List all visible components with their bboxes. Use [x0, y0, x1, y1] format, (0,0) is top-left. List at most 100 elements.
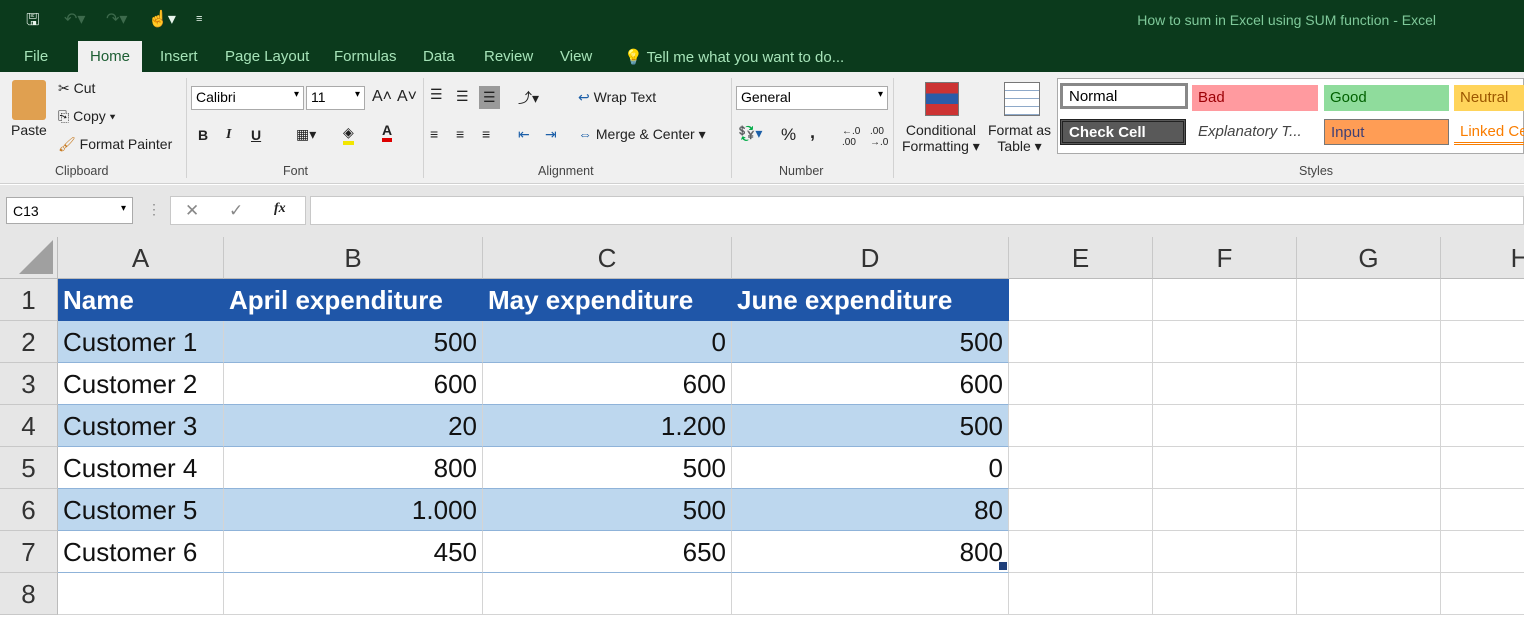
cell-B5[interactable]: 800	[224, 447, 483, 489]
empty-cell[interactable]	[1153, 279, 1297, 321]
customize-qat-icon[interactable]: ≡	[196, 13, 202, 25]
empty-cell[interactable]	[483, 573, 732, 615]
cell-C1[interactable]: May expenditure	[483, 279, 732, 321]
cell-B7[interactable]: 450	[224, 531, 483, 573]
tab-page-layout[interactable]: Page Layout	[213, 46, 321, 72]
empty-cell[interactable]	[1441, 279, 1524, 321]
number-format-select[interactable]: General▾	[736, 86, 888, 110]
cell-D5[interactable]: 0	[732, 447, 1009, 489]
empty-cell[interactable]	[1153, 447, 1297, 489]
empty-cell[interactable]	[1009, 405, 1153, 447]
empty-cell[interactable]	[1297, 321, 1441, 363]
cell-D1[interactable]: June expenditure	[732, 279, 1009, 321]
copy-button[interactable]: ⎘ Copy ▾	[58, 108, 116, 125]
comma-button[interactable]: ,	[810, 122, 815, 143]
top-align-icon[interactable]: ☰	[430, 86, 443, 103]
bold-button[interactable]: B	[198, 127, 208, 143]
style-good[interactable]: Good	[1324, 85, 1449, 111]
cell-A1[interactable]: Name	[58, 279, 224, 321]
tab-home[interactable]: Home	[78, 41, 142, 72]
cell-D6[interactable]: 80	[732, 489, 1009, 531]
cell-B2[interactable]: 500	[224, 321, 483, 363]
increase-decimal-icon[interactable]: ←.0.00	[842, 126, 860, 148]
empty-cell[interactable]	[1441, 321, 1524, 363]
redo-icon[interactable]: ↷▾	[106, 9, 127, 29]
align-right-icon[interactable]: ≡	[482, 126, 490, 142]
fill-color-icon[interactable]: ◈	[343, 124, 354, 145]
cell-A7[interactable]: Customer 6	[58, 531, 224, 573]
tab-insert[interactable]: Insert	[148, 46, 210, 72]
column-header-g[interactable]: G	[1297, 237, 1441, 279]
empty-cell[interactable]	[1297, 489, 1441, 531]
tab-file[interactable]: File	[12, 46, 60, 72]
style-input[interactable]: Input	[1324, 119, 1449, 145]
row-header-6[interactable]: 6	[0, 489, 58, 531]
empty-cell[interactable]	[1441, 405, 1524, 447]
empty-cell[interactable]	[1009, 321, 1153, 363]
empty-cell[interactable]	[1297, 279, 1441, 321]
tab-view[interactable]: View	[548, 46, 604, 72]
decrease-decimal-icon[interactable]: .00→.0	[870, 126, 888, 148]
align-center-icon[interactable]: ≡	[456, 126, 464, 142]
align-left-icon[interactable]: ≡	[430, 126, 438, 142]
paste-icon[interactable]	[12, 80, 46, 120]
currency-icon[interactable]: 💱▾	[738, 125, 762, 142]
tab-formulas[interactable]: Formulas	[322, 46, 409, 72]
style-linked-cell[interactable]: Linked Ce	[1454, 119, 1524, 145]
percent-button[interactable]: %	[781, 125, 796, 145]
tab-data[interactable]: Data	[411, 46, 467, 72]
cut-button[interactable]: ✂ Cut	[58, 80, 95, 97]
cell-A5[interactable]: Customer 4	[58, 447, 224, 489]
cell-D7[interactable]: 800	[732, 531, 1009, 573]
decrease-indent-icon[interactable]: ⇤	[518, 126, 530, 143]
cell-B6[interactable]: 1.000	[224, 489, 483, 531]
increase-indent-icon[interactable]: ⇥	[545, 126, 557, 143]
bottom-align-icon[interactable]: ☰	[479, 86, 500, 109]
empty-cell[interactable]	[1297, 405, 1441, 447]
column-header-f[interactable]: F	[1153, 237, 1297, 279]
row-header-4[interactable]: 4	[0, 405, 58, 447]
row-header-5[interactable]: 5	[0, 447, 58, 489]
empty-cell[interactable]	[732, 573, 1009, 615]
paste-button[interactable]: Paste	[11, 122, 47, 138]
merge-center-button[interactable]: ⇔ Merge & Center ▾	[578, 126, 706, 143]
empty-cell[interactable]	[1441, 447, 1524, 489]
empty-cell[interactable]	[1009, 279, 1153, 321]
grow-font-icon[interactable]: A˄	[372, 88, 392, 106]
empty-cell[interactable]	[1153, 573, 1297, 615]
empty-cell[interactable]	[224, 573, 483, 615]
column-header-d[interactable]: D	[732, 237, 1009, 279]
empty-cell[interactable]	[1441, 531, 1524, 573]
empty-cell[interactable]	[1297, 573, 1441, 615]
style-explanatory[interactable]: Explanatory T...	[1192, 119, 1318, 145]
empty-cell[interactable]	[1153, 531, 1297, 573]
save-icon[interactable]: 🖫	[26, 9, 40, 36]
format-painter-button[interactable]: 🖌 Format Painter	[58, 136, 172, 153]
empty-cell[interactable]	[1009, 363, 1153, 405]
shrink-font-icon[interactable]: A˅	[397, 88, 417, 106]
column-header-h[interactable]: H	[1441, 237, 1524, 279]
font-name-select[interactable]: Calibri▾	[191, 86, 304, 110]
empty-cell[interactable]	[1153, 405, 1297, 447]
format-as-table-button[interactable]: Format asTable ▾	[988, 122, 1051, 155]
empty-cell[interactable]	[1153, 489, 1297, 531]
column-header-e[interactable]: E	[1009, 237, 1153, 279]
style-check-cell[interactable]: Check Cell	[1060, 119, 1186, 145]
cell-D3[interactable]: 600	[732, 363, 1009, 405]
column-header-b[interactable]: B	[224, 237, 483, 279]
name-box[interactable]: C13▾	[6, 197, 133, 224]
row-header-8[interactable]: 8	[0, 573, 58, 615]
middle-align-icon[interactable]: ☰	[456, 88, 469, 105]
cell-B4[interactable]: 20	[224, 405, 483, 447]
column-header-c[interactable]: C	[483, 237, 732, 279]
cell-C3[interactable]: 600	[483, 363, 732, 405]
empty-cell[interactable]	[1297, 363, 1441, 405]
cell-B1[interactable]: April expenditure	[224, 279, 483, 321]
fill-handle[interactable]	[999, 562, 1007, 570]
insert-function-button[interactable]: fx	[274, 201, 286, 217]
formula-input[interactable]	[310, 196, 1524, 225]
empty-cell[interactable]	[1441, 363, 1524, 405]
cell-C7[interactable]: 650	[483, 531, 732, 573]
undo-icon[interactable]: ↶▾	[64, 9, 85, 29]
empty-cell[interactable]	[1009, 531, 1153, 573]
